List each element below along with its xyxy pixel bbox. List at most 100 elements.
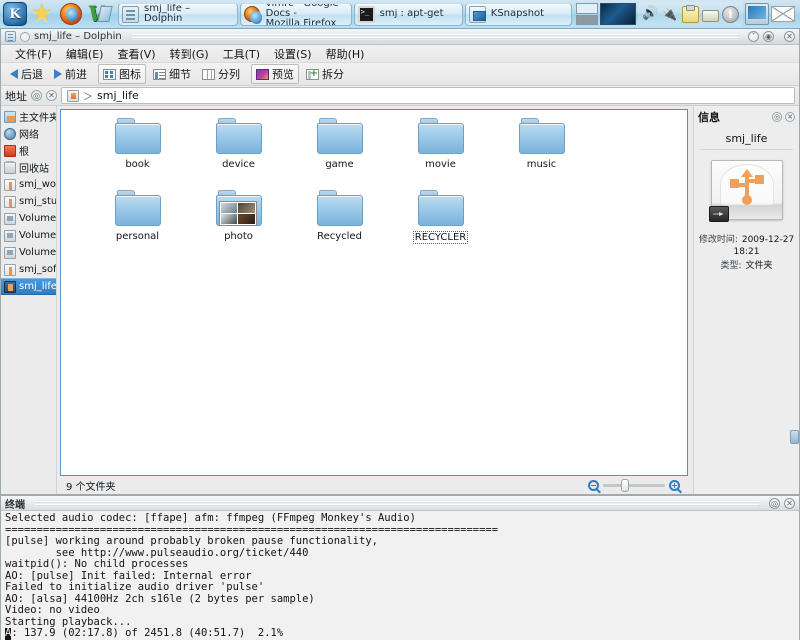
file-item[interactable]: Recycled	[289, 190, 390, 262]
sidebar-item-volume-1[interactable]: Volume ···	[1, 210, 56, 227]
sidebar-item-smj-study[interactable]: smj_study	[1, 193, 56, 210]
folder-icon	[215, 118, 262, 155]
location-clear-button[interactable]: ✕	[46, 90, 57, 101]
sidebar-item-network[interactable]: 网络	[1, 125, 56, 142]
kde-menu-button[interactable]: K	[2, 1, 28, 27]
sidebar-item-trash[interactable]: 回收站	[1, 159, 56, 176]
places-sidebar: 主文件夹 网络 根 回收站 smj_work	[1, 106, 57, 494]
taskbar: K smj_life – Dolphin vimrc - Google Docs…	[0, 0, 800, 29]
file-item[interactable]: book	[87, 118, 188, 190]
menu-tools[interactable]: 工具(T)	[217, 45, 266, 63]
file-item[interactable]: RECYCLER	[390, 190, 491, 262]
toolbar-columns-view-button[interactable]: 分列	[198, 65, 244, 83]
menu-file[interactable]: 文件(F)	[9, 45, 58, 63]
menu-settings[interactable]: 设置(S)	[268, 45, 318, 63]
close-button[interactable]: ✕	[784, 31, 795, 42]
favorites-star-icon[interactable]	[30, 1, 56, 27]
file-item[interactable]: photo	[188, 190, 289, 262]
info-close-button[interactable]: ✕	[785, 112, 795, 122]
task-button-dolphin[interactable]: smj_life – Dolphin	[118, 2, 238, 26]
location-edit-toggle[interactable]: ◎	[31, 90, 42, 101]
dolphin-titlebar[interactable]: smj_life – Dolphin ˅ ◉ ✕	[1, 29, 799, 45]
task-button-ksnapshot[interactable]: KSnapshot	[464, 2, 572, 26]
breadcrumb-path[interactable]: smj_life	[97, 89, 139, 102]
menubar: 文件(F) 编辑(E) 查看(V) 转到(G) 工具(T) 设置(S) 帮助(H…	[1, 45, 799, 63]
keep-above-button[interactable]	[20, 31, 30, 42]
file-item[interactable]: device	[188, 118, 289, 190]
toolbar-back-button[interactable]: 后退	[6, 65, 47, 83]
sidebar-item-smj-soft[interactable]: smj_soft	[1, 261, 56, 278]
info-meta-key: 修改时间:	[698, 235, 738, 245]
home-folder-icon	[4, 110, 16, 123]
view-scrollbar-handle[interactable]	[790, 430, 799, 444]
menu-help[interactable]: 帮助(H)	[320, 45, 371, 63]
pager-desktop-1[interactable]	[576, 3, 598, 14]
volume-icon[interactable]	[642, 6, 659, 23]
pager-widget[interactable]	[576, 3, 598, 25]
minimize-button[interactable]: ˅	[748, 31, 759, 42]
pager-desktop-2[interactable]	[576, 14, 598, 25]
toolbar-forward-button[interactable]: 前进	[50, 65, 91, 83]
mail-icon[interactable]	[771, 6, 795, 22]
breadcrumb[interactable]: ＞ smj_life	[61, 87, 795, 104]
sidebar-item-root[interactable]: 根	[1, 142, 56, 159]
sidebar-item-home[interactable]: 主文件夹	[1, 108, 56, 125]
file-item[interactable]: game	[289, 118, 390, 190]
usb-volume-icon	[4, 263, 16, 276]
toolbar-split-button[interactable]: 拆分	[302, 65, 348, 83]
kde-logo-icon: K	[3, 2, 27, 26]
toolbar-preview-button[interactable]: 预览	[251, 64, 299, 84]
plug-icon[interactable]	[662, 6, 679, 23]
window-title: smj_life – Dolphin	[34, 31, 122, 42]
information-panel-title: 信息	[698, 111, 720, 124]
sidebar-item-smj-work[interactable]: smj_work	[1, 176, 56, 193]
konsole-close-button[interactable]: ✕	[784, 497, 795, 509]
file-label: photo	[224, 231, 253, 242]
split-view-icon	[306, 68, 319, 80]
virtualbox-launcher-icon[interactable]	[86, 1, 112, 27]
zoom-slider[interactable]	[603, 478, 665, 492]
usb-drive-icon[interactable]	[67, 89, 79, 102]
sidebar-item-volume-2[interactable]: Volume ···	[1, 227, 56, 244]
file-item[interactable]: music	[491, 118, 592, 190]
menu-edit[interactable]: 编辑(E)	[60, 45, 110, 63]
info-settings-button[interactable]: ◎	[772, 112, 782, 122]
sidebar-item-label: 网络	[19, 130, 39, 141]
konsole-titlebar[interactable]: 终端 ◎ ✕	[1, 496, 799, 511]
network-monitor-icon[interactable]	[745, 3, 769, 25]
zoom-in-icon[interactable]	[669, 479, 680, 491]
usb-volume-icon	[4, 280, 16, 293]
info-divider	[700, 149, 793, 150]
zoom-out-icon[interactable]	[588, 479, 599, 491]
zoom-slider-handle[interactable]	[621, 478, 629, 492]
task-button-firefox[interactable]: vimrc - Google Docs - Mozilla Firefox	[239, 2, 352, 26]
printer-icon[interactable]	[702, 10, 719, 22]
sidebar-item-smj-life[interactable]: smj_life	[1, 278, 56, 295]
folder-icon	[417, 190, 464, 227]
konsole-float-button[interactable]: ◎	[769, 497, 780, 509]
show-desktop-preview[interactable]	[600, 3, 636, 25]
sidebar-item-volume-3[interactable]: Volume ···	[1, 244, 56, 261]
maximize-button[interactable]: ◉	[763, 31, 774, 42]
menu-view[interactable]: 查看(V)	[111, 45, 161, 63]
file-item[interactable]: movie	[390, 118, 491, 190]
toolbar-details-view-button[interactable]: 细节	[149, 65, 195, 83]
dolphin-window: smj_life – Dolphin ˅ ◉ ✕ 文件(F) 编辑(E) 查看(…	[0, 29, 800, 495]
sidebar-item-label: smj_study	[19, 196, 56, 207]
terminal-status-line: : 137.9 (02:17.8) of 2451.8 (40:51.7) 2.…	[11, 627, 284, 640]
dolphin-window-icon	[5, 31, 16, 42]
toolbar-label: 分列	[218, 68, 240, 81]
info-meta-value: 2009-12-27	[741, 235, 795, 245]
toolbar-icons-view-button[interactable]: 图标	[98, 64, 146, 84]
volume-icon	[4, 212, 16, 225]
firefox-launcher-icon[interactable]	[58, 1, 84, 27]
toolbar-label: 预览	[272, 68, 294, 81]
task-button-terminal[interactable]: smj : apt-get	[353, 2, 463, 26]
file-view[interactable]: book device game movie music personal ph…	[60, 109, 688, 476]
file-item[interactable]: personal	[87, 190, 188, 262]
terminal-output[interactable]: Selected audio codec: [ffape] afm: ffmpe…	[1, 511, 799, 640]
menu-go[interactable]: 转到(G)	[164, 45, 215, 63]
info-icon[interactable]: i	[722, 5, 739, 23]
clipboard-icon[interactable]	[682, 4, 699, 23]
toolbar-label: 后退	[21, 68, 43, 81]
